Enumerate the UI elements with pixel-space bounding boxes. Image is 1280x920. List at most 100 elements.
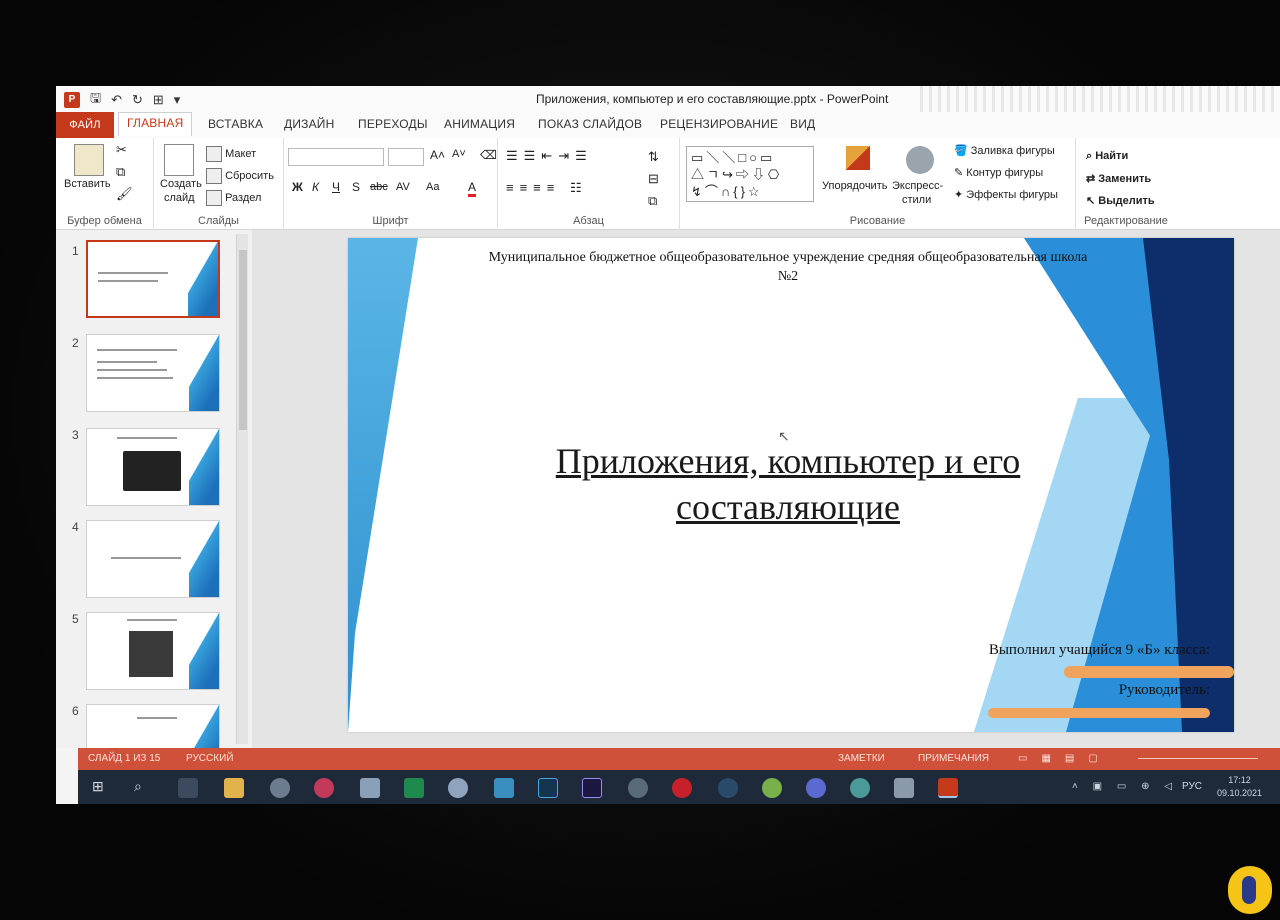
reset-button[interactable]: Сбросить [206, 168, 274, 184]
recorder-icon[interactable] [672, 778, 692, 798]
thumbnail-scrollbar[interactable] [236, 234, 248, 744]
powerpoint-window: P 🖫 ↶ ↻ ⊞ ▾ Приложения, компьютер и его … [56, 86, 1280, 804]
new-slide-button[interactable] [164, 144, 194, 176]
tab-review[interactable]: РЕЦЕНЗИРОВАНИЕ [660, 117, 778, 131]
quick-styles-button[interactable] [906, 146, 934, 174]
format-painter-icon[interactable]: 🖌 [116, 186, 133, 202]
underline-button[interactable]: Ч [332, 180, 340, 194]
shadow-button[interactable]: S [352, 180, 360, 194]
thumb-text-line [97, 369, 167, 371]
text-direction-icon[interactable]: ⇅ ⊟ ⧉ [648, 146, 659, 212]
section-button[interactable]: Раздел [206, 190, 261, 206]
bold-button[interactable]: Ж [292, 180, 303, 194]
audition-icon[interactable] [582, 778, 602, 798]
tab-file[interactable]: ФАЙЛ [56, 112, 114, 138]
clock[interactable]: 17:12 09.10.2021 [1217, 774, 1262, 800]
list-buttons-row[interactable]: ☰☰⇤⇥☰ [506, 148, 593, 164]
grow-font-icon[interactable]: A˄ [430, 148, 445, 162]
tab-home[interactable]: ГЛАВНАЯ [118, 112, 193, 136]
file-explorer-icon[interactable] [224, 778, 244, 798]
school-name[interactable]: Муниципальное бюджетное общеобразователь… [428, 248, 1148, 286]
shapes-gallery[interactable]: ▭＼＼□○▭ △ㄱ↪⇨⇩⎔ ↯⌒∩{}☆ [686, 146, 814, 202]
app-icon[interactable] [894, 778, 914, 798]
search-icon[interactable]: ⌕ [134, 778, 154, 798]
italic-button[interactable]: К [312, 180, 319, 194]
save-icon[interactable]: 🖫 [90, 89, 101, 111]
select-button[interactable]: ↖ Выделить [1086, 194, 1155, 207]
app-icon[interactable] [270, 778, 290, 798]
arrange-button[interactable] [846, 146, 870, 170]
shape-effects-button[interactable]: ✦ Эффекты фигуры [954, 188, 1058, 201]
undo-icon[interactable]: ↶ [111, 92, 122, 108]
font-name-dropdown[interactable] [288, 148, 384, 166]
customize-qat-icon[interactable]: ▾ [174, 92, 181, 108]
font-group-label: Шрифт [372, 215, 409, 227]
thumb-decoration [189, 429, 219, 505]
notes-app-icon[interactable] [360, 778, 380, 798]
tab-insert[interactable]: ВСТАВКА [208, 117, 263, 131]
paste-button[interactable] [74, 144, 104, 176]
layout-button[interactable]: Макет [206, 146, 256, 162]
powerpoint-taskbar-icon[interactable] [938, 778, 958, 798]
font-size-dropdown[interactable] [388, 148, 424, 166]
slide-thumbnail-3[interactable] [86, 428, 220, 506]
replace-button[interactable]: ⇄ Заменить [1086, 172, 1151, 185]
shape-fill-button[interactable]: 🪣 Заливка фигуры [954, 144, 1055, 157]
discord-icon[interactable] [806, 778, 826, 798]
scrollbar-thumb[interactable] [239, 250, 247, 430]
xbox-icon[interactable] [628, 778, 648, 798]
slide-thumbnail-1[interactable] [86, 240, 220, 318]
thumb-decoration [188, 242, 218, 316]
current-slide[interactable]: Муниципальное бюджетное общеобразователь… [348, 238, 1234, 732]
shape-outline-button[interactable]: ✎ Контур фигуры [954, 166, 1043, 179]
ribbon: Вставить ✂ ⧉ 🖌 Буфер обмена Создать слай… [56, 138, 1280, 230]
tab-view[interactable]: ВИД [790, 117, 815, 131]
app-icon[interactable] [448, 778, 468, 798]
tab-slideshow[interactable]: ПОКАЗ СЛАЙДОВ [538, 117, 642, 131]
slide-thumbnail-5[interactable] [86, 612, 220, 690]
notes-button[interactable]: ЗАМЕТКИ [838, 753, 885, 764]
task-view-icon[interactable] [178, 778, 198, 798]
cut-icon[interactable]: ✂ [116, 142, 127, 158]
tab-animation[interactable]: АНИМАЦИЯ [444, 117, 515, 131]
zoom-slider[interactable] [1138, 758, 1258, 759]
layout-icon [206, 146, 222, 162]
slide-thumbnail-2[interactable] [86, 334, 220, 412]
workspace: 1 2 3 4 5 6 Муниципальное бюджетное обще… [56, 230, 1280, 782]
photoshop-icon[interactable] [538, 778, 558, 798]
app-icon[interactable] [404, 778, 424, 798]
shrink-font-icon[interactable]: A˅ [452, 148, 466, 160]
slide-thumbnail-4[interactable] [86, 520, 220, 598]
slide-title-line-2: составляющие [676, 487, 900, 527]
align-buttons-row[interactable]: ≡≡≡≡ ☷ [506, 180, 588, 196]
slideshow-start-icon[interactable]: ⊞ [153, 92, 164, 108]
browser-icon[interactable] [850, 778, 870, 798]
view-buttons[interactable]: ▭▦▤▢ [1018, 753, 1112, 764]
copy-icon[interactable]: ⧉ [116, 164, 125, 180]
comments-button[interactable]: ПРИМЕЧАНИЯ [918, 753, 989, 764]
thumb-text-line [127, 619, 177, 621]
change-case-button[interactable]: Aa [426, 181, 439, 193]
slide-title[interactable]: Приложения, компьютер и его составляющие [488, 438, 1088, 530]
status-bar: СЛАЙД 1 ИЗ 15 РУССКИЙ ЗАМЕТКИ ПРИМЕЧАНИЯ… [78, 748, 1280, 770]
media-app-icon[interactable] [494, 778, 514, 798]
find-button[interactable]: ⌕ Найти [1086, 150, 1128, 163]
leader-label[interactable]: Руководитель: [1119, 682, 1210, 699]
slide-number: 5 [72, 612, 79, 626]
author-label[interactable]: Выполнил учащийся 9 «Б» класса: [989, 642, 1210, 659]
system-tray-icons[interactable]: ˄ ▣ ▭ ⊕ ◁ [1072, 781, 1178, 792]
steam-icon[interactable] [718, 778, 738, 798]
font-color-button[interactable]: A [468, 180, 477, 197]
motherboard-image-icon [129, 631, 173, 677]
strikethrough-button[interactable]: abc [370, 181, 388, 193]
windows-start-icon[interactable]: ⊞ [92, 778, 112, 798]
char-spacing-button[interactable]: AV [396, 181, 410, 193]
tab-transitions[interactable]: ПЕРЕХОДЫ [358, 117, 428, 131]
opera-icon[interactable] [314, 778, 334, 798]
clear-format-icon[interactable]: ⌫ [480, 148, 497, 162]
keyboard-language[interactable]: РУС [1182, 781, 1202, 792]
tab-design[interactable]: ДИЗАЙН [284, 117, 335, 131]
language-indicator[interactable]: РУССКИЙ [186, 753, 233, 764]
torrent-icon[interactable] [762, 778, 782, 798]
redo-icon[interactable]: ↻ [132, 92, 143, 108]
